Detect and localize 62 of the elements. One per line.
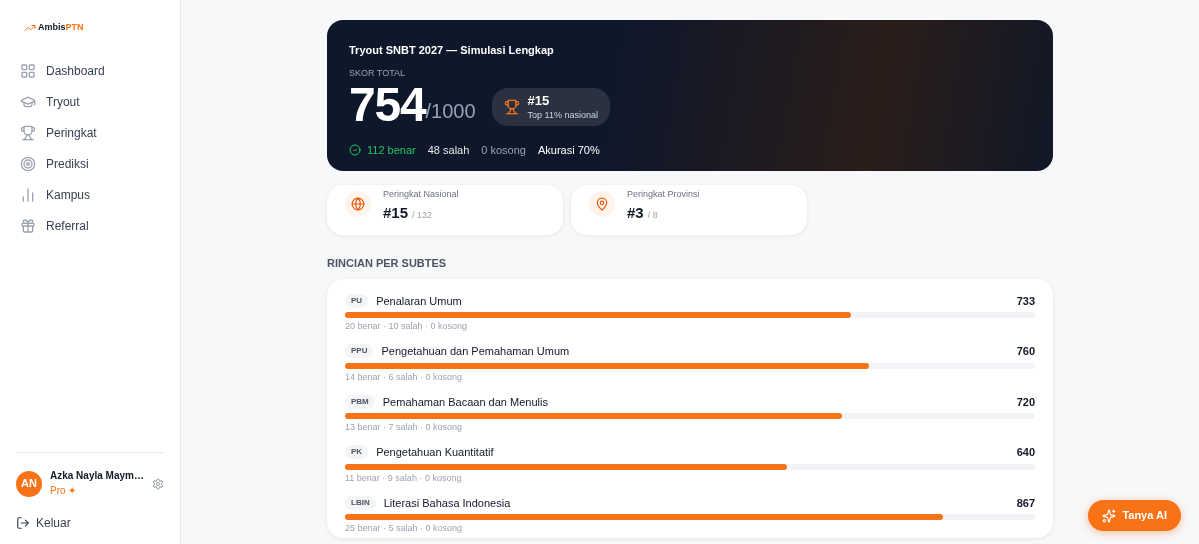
sidebar-item[interactable]: Referral — [16, 215, 164, 237]
subtest-stats: 11 benar · 9 salah · 0 kosong — [345, 472, 463, 484]
subtest-code: PK — [345, 445, 369, 460]
sidebar-item[interactable]: Peringkat — [16, 122, 164, 144]
subtest-score: 733 — [1016, 293, 1035, 309]
subtest-stats: 13 benar · 7 salah · 0 kosong — [345, 422, 464, 433]
subtest-code: LBIN — [345, 495, 376, 510]
subtest-score: 867 — [1016, 495, 1035, 511]
rank-value: #3 — [627, 202, 644, 223]
logo-icon — [24, 22, 36, 34]
sidebar-item[interactable]: Kampus — [16, 184, 164, 206]
map-pin-icon — [595, 197, 609, 211]
subtest-name: Pemahaman Bacaan dan Menulis — [382, 394, 549, 410]
rank-total: / 132 — [412, 208, 433, 222]
empty-count: 0 kosong — [481, 143, 526, 158]
sparkle-icon — [1102, 508, 1117, 523]
subtest-code: PPU — [345, 344, 374, 359]
subtest-stats: 14 benar · 6 salah · 0 kosong — [345, 371, 464, 383]
logo-text: AmbisPTN — [38, 21, 84, 35]
logout-icon — [16, 516, 30, 530]
rank-label: Peringkat Provinsi — [627, 188, 700, 201]
subtest-code: PBM — [345, 394, 375, 409]
user-name: Azka Nayla Maym… — [50, 469, 144, 483]
subtest-score: 760 — [1016, 344, 1035, 359]
rank-total: / 8 — [647, 208, 658, 222]
section-title: RINCIAN PER SUBTES — [327, 256, 448, 271]
score-label: SKOR TOTAL — [349, 66, 407, 80]
rank-label: Peringkat Nasional — [383, 188, 459, 201]
subtest-stats: 20 benar · 10 salah · 0 kosong — [345, 321, 469, 332]
accuracy-text: Akurasi 70% — [538, 143, 600, 158]
subtest-stats: 25 benar · 5 salah · 0 kosong — [345, 523, 464, 534]
bar-chart-icon — [20, 187, 36, 203]
subtest-name: Pengetahuan dan Pemahaman Umum — [381, 344, 571, 359]
target-icon — [20, 156, 36, 172]
sidebar-item[interactable]: Tryout — [16, 91, 164, 113]
subtest-score: 720 — [1016, 394, 1035, 410]
sidebar-item[interactable]: Prediksi — [16, 153, 164, 175]
total-score: 754 — [349, 80, 426, 130]
logout-button[interactable]: Keluar — [16, 514, 71, 532]
rank-note: Top 11% nasional — [527, 109, 598, 121]
subtest-code: PU — [345, 293, 369, 308]
max-score: /1000 — [425, 100, 476, 124]
subtest-name: Pengetahuan Kuantitatif — [376, 445, 495, 460]
user-avatar: AN — [16, 470, 42, 497]
sidebar-item[interactable]: Dashboard — [16, 60, 164, 82]
subtest-name: Literasi Bahasa Indonesia — [383, 495, 512, 511]
correct-count: 112 benar — [367, 143, 416, 158]
gift-icon — [20, 218, 36, 234]
tryout-title: Tryout SNBT 2027 — Simulasi Lengkap — [349, 43, 555, 58]
trophy-icon — [503, 99, 520, 115]
plan-label: Pro ✦ — [50, 484, 78, 498]
globe-icon — [351, 197, 365, 211]
trophy-icon — [20, 125, 36, 141]
wrong-count: 48 salah — [427, 143, 470, 158]
settings-icon[interactable] — [151, 476, 164, 491]
graduation-cap-icon — [20, 94, 36, 110]
subtest-score: 640 — [1016, 445, 1035, 460]
subtest-name: Penalaran Umum — [376, 293, 463, 309]
check-circle-icon — [349, 144, 361, 157]
rank-value: #15 — [383, 202, 409, 223]
grid-icon — [20, 63, 36, 79]
rank-value: #15 — [527, 93, 551, 110]
